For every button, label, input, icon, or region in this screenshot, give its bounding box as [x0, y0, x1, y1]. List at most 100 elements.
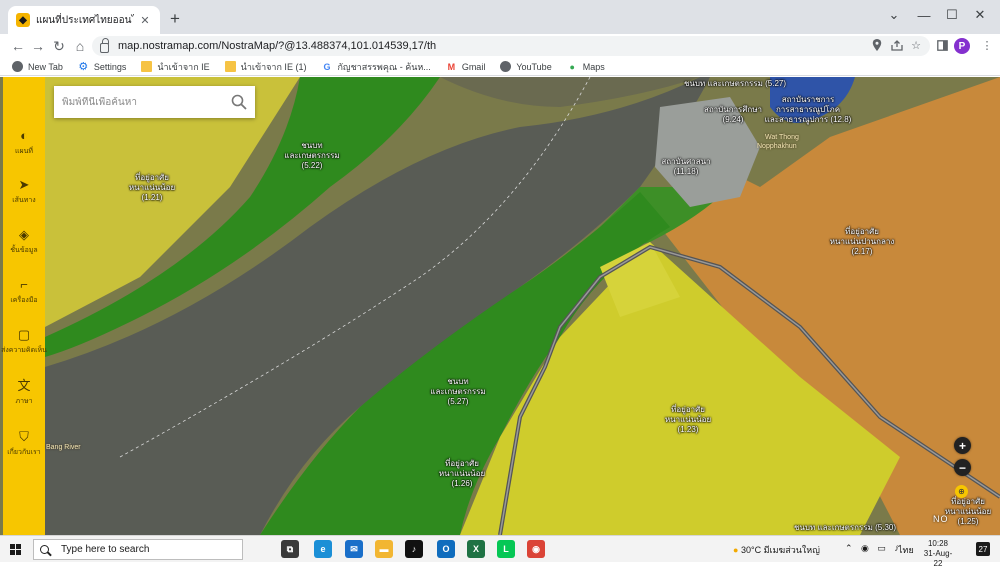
- zoom-out-button[interactable]: −: [954, 459, 971, 476]
- maximize-button[interactable]: ☐: [938, 0, 966, 30]
- home-button[interactable]: ⌂: [70, 36, 90, 56]
- feedback-icon: ▢: [17, 327, 31, 342]
- bookmark-folder-ie-1[interactable]: นำเข้าจาก IE (1): [224, 60, 306, 74]
- notification-badge[interactable]: 27: [976, 542, 990, 556]
- line-icon[interactable]: L: [497, 540, 515, 558]
- address-bar[interactable]: map.nostramap.com/NostraMap/?@13.488374,…: [92, 36, 930, 56]
- bookmark-google-search[interactable]: G กัญชาสรรพคุณ - ค้นห...: [321, 60, 430, 74]
- input-language[interactable]: ไทย: [898, 543, 914, 557]
- profile-avatar[interactable]: P: [954, 38, 970, 54]
- tab-strip: ◆ แผนที่ประเทศไทยออนไลน์ แผนที่ประเทศ ✕ …: [0, 0, 1000, 34]
- shield-info-icon: ⛉: [19, 429, 29, 444]
- zone-label-low-density-east[interactable]: ที่อยู่อาศัย หนาแน่นน้อย (1.23): [665, 405, 711, 435]
- map-search-input[interactable]: [62, 96, 222, 108]
- compass-icon[interactable]: ⊕: [955, 485, 968, 498]
- outlook-icon[interactable]: O: [437, 540, 455, 558]
- task-view-icon[interactable]: ⧉: [281, 540, 299, 558]
- maps-pin-icon: ●: [569, 61, 575, 72]
- sidebar-item-route[interactable]: ➤ เส้นทาง: [3, 178, 45, 206]
- gmail-icon: M: [447, 61, 456, 72]
- folder-icon: [141, 61, 153, 72]
- zoom-in-button[interactable]: +: [954, 437, 971, 454]
- bookmark-youtube[interactable]: YouTube: [500, 61, 552, 72]
- bookmarks-bar: New Tab ⚙ Settings นำเข้าจาก IE นำเข้าจาก…: [0, 58, 1000, 76]
- search-icon: [40, 545, 49, 554]
- folder-icon: [224, 61, 236, 72]
- bookmark-maps[interactable]: ● Maps: [567, 61, 604, 72]
- mail-icon[interactable]: ✉: [345, 540, 363, 558]
- place-label-wat-thong: Wat Thong: [765, 134, 799, 141]
- zone-label-rural-top[interactable]: ชนบท และเกษตรกรรม (5.27): [684, 79, 786, 89]
- sidebar-item-language[interactable]: 文 ภาษา: [3, 379, 45, 407]
- weather-sun-icon: ●: [733, 545, 739, 555]
- share-icon[interactable]: [888, 36, 906, 54]
- map-layers-icon: ◐: [20, 128, 28, 143]
- lock-icon[interactable]: [100, 37, 109, 53]
- globe-icon: [12, 61, 23, 72]
- place-label-nopphakhun: Nopphakhun: [757, 143, 797, 150]
- zone-label-low-density-corner[interactable]: ที่อยู่อาศัย หนาแน่นน้อย (1.25): [945, 497, 991, 527]
- back-button[interactable]: ←: [8, 36, 28, 56]
- zone-label-government[interactable]: สถาบันราชการ การสาธารณูปโภค และสาธารณูปการ…: [765, 95, 852, 125]
- bookmark-folder-ie[interactable]: นำเข้าจาก IE: [141, 60, 210, 74]
- nostra-favicon-icon: ◆: [16, 13, 30, 27]
- zone-label-low-density[interactable]: ที่อยู่อาศัย หนาแน่นน้อย (1.21): [129, 173, 175, 203]
- ruler-tool-icon: ⌐: [20, 277, 28, 292]
- minimize-button[interactable]: —: [910, 0, 938, 30]
- weather-widget[interactable]: ● 30°C มีเมฆส่วนใหญ่: [733, 543, 820, 557]
- map-search-box: [54, 86, 255, 118]
- new-tab-button[interactable]: +: [165, 9, 185, 29]
- bookmark-new-tab[interactable]: New Tab: [12, 61, 63, 72]
- file-explorer-icon[interactable]: ▬: [375, 540, 393, 558]
- navigation-arrow-icon: ➤: [18, 177, 30, 192]
- tiktok-icon[interactable]: ♪: [405, 540, 423, 558]
- zone-label-rural-south[interactable]: ชนบท และเกษตรกรรม (5.30): [794, 523, 896, 533]
- bookmark-settings[interactable]: ⚙ Settings: [78, 61, 126, 73]
- map-canvas[interactable]: [0, 77, 1000, 535]
- place-label-bang-river: Bang River: [46, 444, 81, 451]
- search-icon[interactable]: [231, 94, 247, 110]
- zone-label-rural-river[interactable]: ชนบท และเกษตรกรรม (5.27): [430, 377, 485, 407]
- excel-icon[interactable]: X: [467, 540, 485, 558]
- zone-label-medium-density[interactable]: ที่อยู่อาศัย หนาแน่นปานกลาง (2.17): [830, 227, 895, 257]
- sidebar-item-tools[interactable]: ⌐ เครื่องมือ: [3, 278, 45, 306]
- nostra-brand-text: NO: [933, 514, 949, 524]
- side-panel-icon[interactable]: [933, 36, 951, 54]
- tab-close-icon[interactable]: ✕: [138, 14, 152, 27]
- reload-button[interactable]: ↻: [49, 36, 69, 56]
- zone-label-education[interactable]: สถาบันการศึกษา (9.24): [704, 105, 762, 125]
- map-page: ◐ แผนที่ ➤ เส้นทาง ◈ ชั้นข้อมูล ⌐ เครื่อ…: [0, 77, 1000, 535]
- gear-icon: ⚙: [78, 61, 89, 73]
- edge-icon[interactable]: e: [314, 540, 332, 558]
- zone-label-low-density-south[interactable]: ที่อยู่อาศัย หนาแน่นน้อย (1.26): [439, 459, 485, 489]
- system-tray-icons[interactable]: ⌃ ◉ ▭ ♪: [845, 543, 902, 554]
- language-icon: 文: [17, 378, 31, 393]
- chrome-icon[interactable]: ◉: [527, 540, 545, 558]
- bookmark-star-icon[interactable]: ☆: [907, 36, 925, 54]
- sidebar-item-feedback[interactable]: ▢ ส่งความคิดเห็น: [1, 327, 47, 356]
- windows-start-icon[interactable]: [10, 544, 21, 555]
- sidebar-item-about[interactable]: ⛉ เกี่ยวกับเรา: [3, 430, 45, 458]
- zone-label-religious[interactable]: สถาบันศาสนา (11.18): [661, 157, 710, 177]
- more-menu-icon[interactable]: ⋮: [978, 36, 996, 54]
- bookmark-gmail[interactable]: M Gmail: [446, 61, 486, 72]
- taskbar-search-placeholder: Type here to search: [61, 544, 150, 555]
- forward-button[interactable]: →: [28, 36, 48, 56]
- sidebar-item-map[interactable]: ◐ แผนที่: [3, 129, 45, 157]
- stack-layers-icon: ◈: [19, 227, 29, 242]
- browser-tab-active[interactable]: ◆ แผนที่ประเทศไทยออนไลน์ แผนที่ประเทศ ✕: [8, 6, 160, 34]
- globe-icon: [500, 61, 512, 72]
- tab-title: แผนที่ประเทศไทยออนไลน์ แผนที่ประเทศ: [36, 14, 134, 26]
- google-icon: G: [323, 61, 331, 72]
- taskbar-clock[interactable]: 10:28 31-Aug-22: [920, 539, 956, 569]
- windows-taskbar: Type here to search ⧉ e ✉ ▬ ♪ O X L ◉ ● 30°C มีเ…: [0, 535, 1000, 568]
- map-sidebar: ◐ แผนที่ ➤ เส้นทาง ◈ ชั้นข้อมูล ⌐ เครื่อ…: [1, 77, 47, 535]
- taskbar-search-box[interactable]: Type here to search: [33, 539, 243, 560]
- tab-search-chevron-icon[interactable]: ⌄: [880, 0, 908, 30]
- zone-label-rural[interactable]: ชนบท และเกษตรกรรม (5.22): [284, 141, 339, 171]
- address-url[interactable]: map.nostramap.com/NostraMap/?@13.488374,…: [118, 40, 436, 52]
- close-window-button[interactable]: ✕: [966, 0, 994, 30]
- browser-toolbar: ← → ↻ ⌂ map.nostramap.com/NostraMap/?@13…: [0, 34, 1000, 58]
- sidebar-item-layers[interactable]: ◈ ชั้นข้อมูล: [3, 228, 45, 256]
- location-icon[interactable]: [868, 36, 886, 54]
